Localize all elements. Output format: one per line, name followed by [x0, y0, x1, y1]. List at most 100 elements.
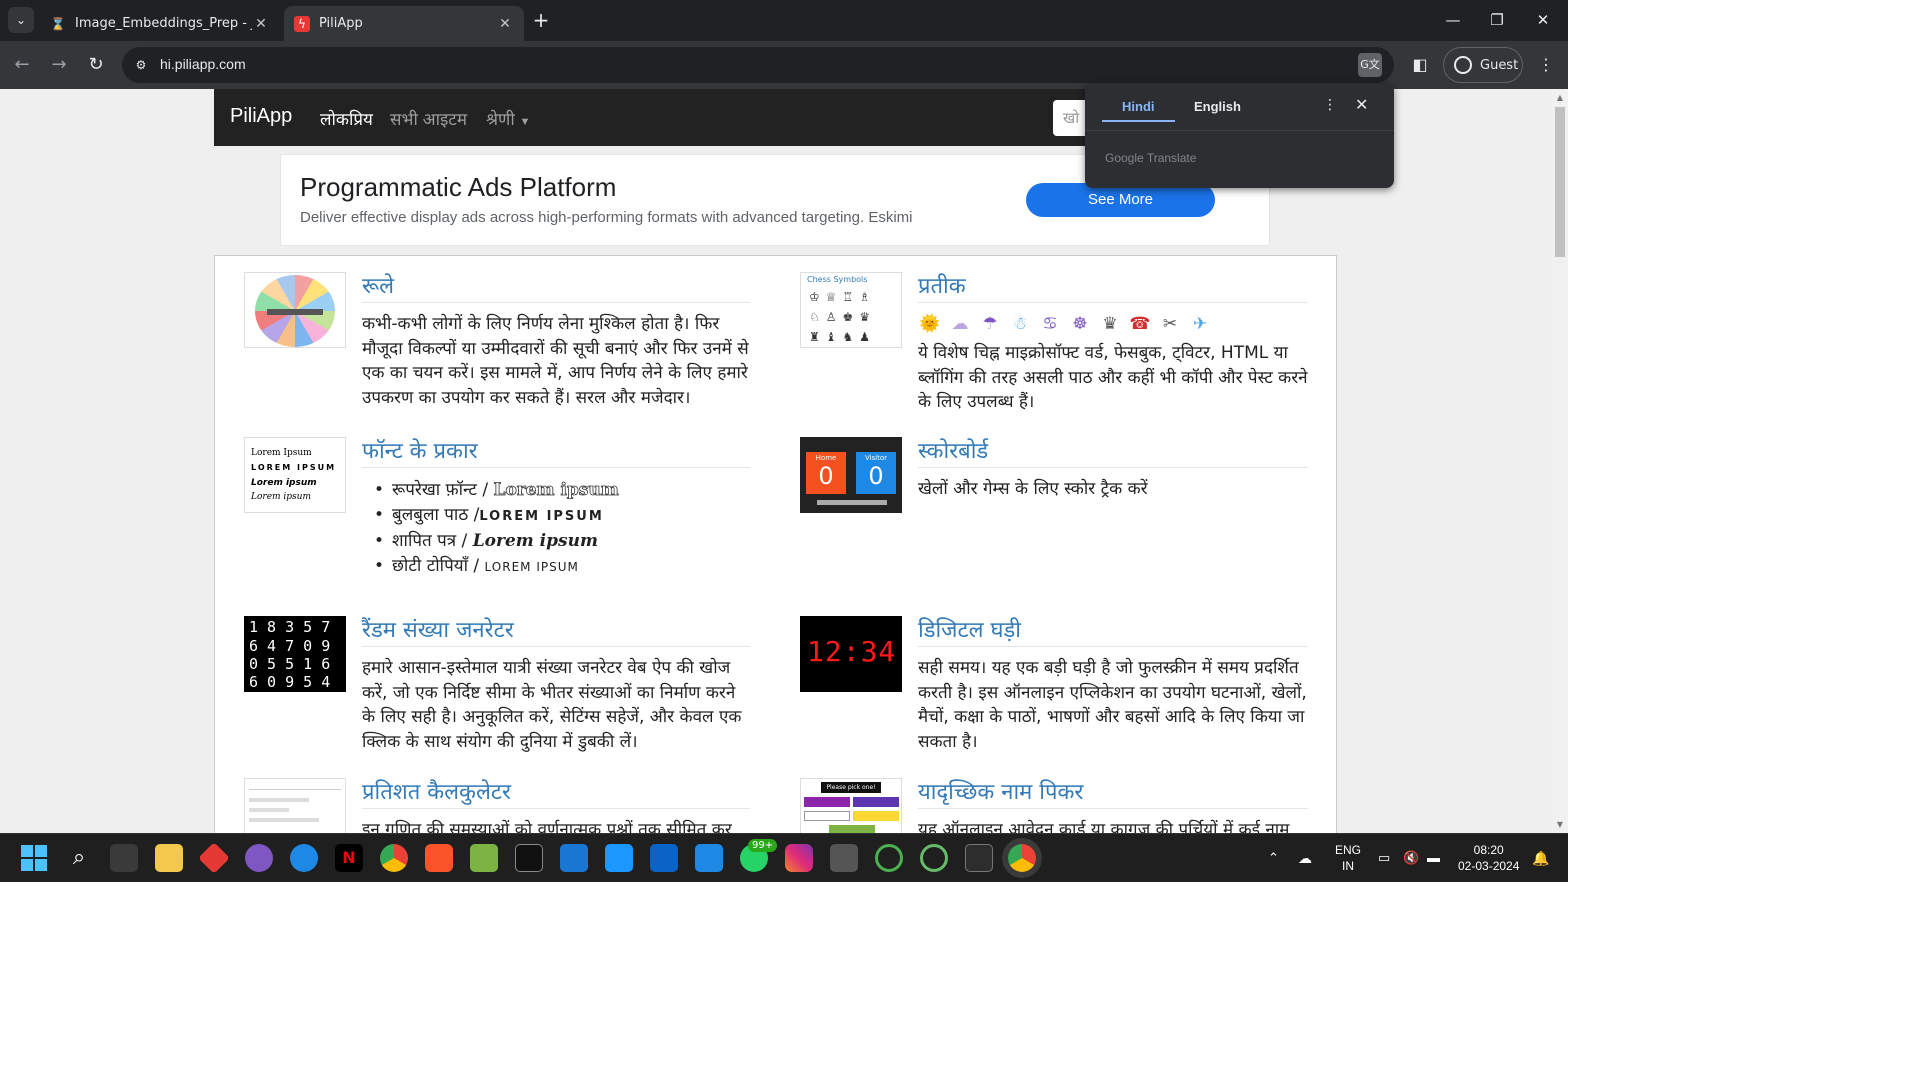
address-bar[interactable]: ⚙ hi.piliapp.com G文 — [122, 47, 1394, 83]
list-item[interactable]: शापित पत्र / Lorem ipsum — [362, 529, 619, 554]
font-type-label: शापित पत्र / — [392, 531, 473, 551]
terminal-window-icon[interactable] — [515, 844, 543, 872]
file-explorer-icon[interactable] — [155, 844, 183, 872]
scoreboard-thumbnail[interactable]: Home 0 Visitor 0 — [800, 437, 902, 513]
chevron-up-icon[interactable]: ⌃ — [1268, 850, 1279, 866]
microsoft-store-icon[interactable] — [110, 844, 138, 872]
menu-icon[interactable]: ⋮ — [1534, 53, 1558, 77]
onedrive-icon[interactable]: ☁ — [1298, 850, 1312, 866]
prime-video-icon[interactable] — [605, 844, 633, 872]
scissors-icon[interactable]: ✂ — [1158, 314, 1182, 334]
roulette-thumbnail[interactable] — [244, 272, 346, 348]
translate-tab-hindi[interactable]: Hindi — [1122, 99, 1155, 114]
telephone-icon[interactable]: ☎ — [1128, 314, 1152, 334]
divider — [918, 808, 1308, 809]
cancer-sign-icon[interactable]: ♋ — [1038, 314, 1062, 334]
scroll-up-arrow-icon[interactable]: ▲ — [1555, 93, 1565, 102]
symbols-thumbnail[interactable]: Chess Symbols ♔♕♖♗ ♘♙♚♛ ♜♝♞♟ — [800, 272, 902, 348]
ad-see-more-button[interactable]: See More — [1026, 183, 1215, 217]
queen-icon[interactable]: ♛ — [1098, 314, 1122, 334]
digital-clock-title[interactable]: डिजिटल घड़ी — [918, 614, 1021, 644]
name-picker-thumbnail[interactable]: Please pick one! — [800, 778, 902, 833]
app-blue-icon[interactable] — [560, 844, 588, 872]
edge-icon[interactable] — [290, 844, 318, 872]
site-info-icon[interactable]: ⚙ — [132, 56, 150, 74]
minimize-button[interactable]: — — [1430, 0, 1476, 41]
list-item[interactable]: रूपरेखा फ़ॉन्ट / Lorem ipsum — [362, 478, 619, 503]
airplane-icon[interactable]: ✈ — [1188, 314, 1212, 334]
symbols-title[interactable]: प्रतीक — [918, 270, 966, 300]
new-tab-button[interactable]: + — [530, 8, 552, 32]
translate-icon[interactable]: G文 — [1358, 53, 1382, 77]
hourglass-icon: ⌛ — [50, 16, 66, 31]
sun-icon[interactable]: 🌞 — [918, 314, 942, 334]
app-ring-icon[interactable] — [920, 844, 948, 872]
random-number-thumbnail[interactable]: 1 8 3 5 7 6 4 7 0 9 0 5 5 1 6 6 0 9 5 4 — [244, 616, 346, 692]
app-diamond-icon[interactable] — [198, 842, 230, 874]
url-text[interactable]: hi.piliapp.com — [160, 56, 246, 72]
terminal-icon[interactable] — [965, 844, 993, 872]
app-window-icon[interactable] — [830, 844, 858, 872]
language-indicator[interactable]: ENG IN — [1335, 842, 1361, 874]
search-icon[interactable]: ⌕ — [65, 844, 93, 872]
page-scrollbar[interactable]: ▲ ▼ — [1552, 89, 1568, 833]
close-tab-icon[interactable]: ✕ — [496, 16, 514, 32]
umbrella-icon[interactable]: ☂ — [978, 314, 1002, 334]
chrome-icon[interactable] — [380, 844, 408, 872]
scoreboard-title[interactable]: स्कोरबोर्ड — [918, 435, 988, 465]
tab-piliapp[interactable]: ϟ PiliApp ✕ — [284, 6, 524, 41]
clock[interactable]: 08:20 02-03-2024 — [1458, 842, 1519, 874]
visitor-score: 0 — [868, 462, 884, 490]
percent-calculator-title[interactable]: प्रतिशत कैलकुलेटर — [362, 776, 511, 806]
fonts-title[interactable]: फॉन्ट के प्रकार — [362, 435, 478, 465]
nav-all-items[interactable]: सभी आइटम — [390, 107, 467, 130]
scroll-down-arrow-icon[interactable]: ▼ — [1555, 820, 1565, 829]
snowman-icon[interactable]: ☃ — [1008, 314, 1032, 334]
name-picker-title[interactable]: यादृच्छिक नाम पिकर — [918, 776, 1083, 806]
notification-bell-icon[interactable]: 🔔 — [1532, 850, 1549, 866]
divider — [362, 646, 750, 647]
instagram-icon[interactable] — [785, 844, 813, 872]
copilot-icon[interactable] — [245, 844, 273, 872]
wheel-icon[interactable]: ☸ — [1068, 314, 1092, 334]
tab-search-button[interactable]: ⌄ — [8, 7, 34, 33]
list-item[interactable]: बुलबुला पाठ /LOREM IPSUM — [362, 503, 619, 530]
side-panel-icon[interactable]: ◧ — [1408, 53, 1432, 77]
nav-categories[interactable]: श्रेणी ▼ — [486, 107, 530, 130]
windows-start-icon[interactable] — [20, 844, 48, 872]
roulette-title[interactable]: रूले — [362, 270, 394, 300]
ad-description: Deliver effective display ads across hig… — [300, 209, 913, 226]
site-brand[interactable]: PiliApp — [230, 105, 292, 128]
close-tab-icon[interactable]: ✕ — [252, 16, 270, 32]
outlook-icon[interactable] — [650, 844, 678, 872]
restore-button[interactable]: ❐ — [1474, 0, 1520, 41]
profile-button[interactable]: Guest — [1443, 47, 1523, 83]
clock-digits: 12:34 — [807, 635, 897, 668]
random-number-title[interactable]: रैंडम संख्या जनरेटर — [362, 614, 514, 644]
back-button[interactable]: ← — [10, 53, 34, 77]
tab-jupyter[interactable]: ⌛ Image_Embeddings_Prep - Jupyter ✕ — [40, 6, 280, 41]
fonts-thumbnail[interactable]: Lorem Ipsum LOREM IPSUM Lorem ipsum Lore… — [244, 437, 346, 513]
network-icon[interactable]: ▭ — [1378, 850, 1390, 866]
scroll-thumb[interactable] — [1555, 107, 1565, 257]
app-ring-icon[interactable] — [875, 844, 903, 872]
list-item[interactable]: छोटी टोपियाँ / LOREM IPSUM — [362, 554, 619, 580]
close-window-button[interactable]: ✕ — [1520, 0, 1566, 41]
percent-calculator-thumbnail[interactable] — [244, 778, 346, 833]
digital-clock-thumbnail[interactable]: 12:34 — [800, 616, 902, 692]
battery-icon[interactable]: ▬ — [1427, 850, 1440, 866]
netflix-icon[interactable]: N — [335, 844, 363, 872]
translate-tab-english[interactable]: English — [1194, 99, 1241, 114]
more-options-icon[interactable]: ⋮ — [1323, 97, 1337, 113]
cloud-icon[interactable]: ☁ — [948, 314, 972, 334]
close-icon[interactable]: ✕ — [1355, 95, 1368, 114]
active-tab-indicator — [1102, 120, 1175, 122]
image-viewer-icon[interactable] — [470, 844, 498, 872]
brave-icon[interactable] — [425, 844, 453, 872]
mute-icon[interactable]: 🔇 — [1403, 850, 1419, 866]
reload-button[interactable]: ↻ — [84, 53, 108, 77]
chrome-active-icon[interactable] — [1008, 844, 1036, 872]
nav-popular[interactable]: लोकप्रिय — [320, 107, 373, 130]
vscode-icon[interactable] — [695, 844, 723, 872]
forward-button[interactable]: → — [47, 53, 71, 77]
